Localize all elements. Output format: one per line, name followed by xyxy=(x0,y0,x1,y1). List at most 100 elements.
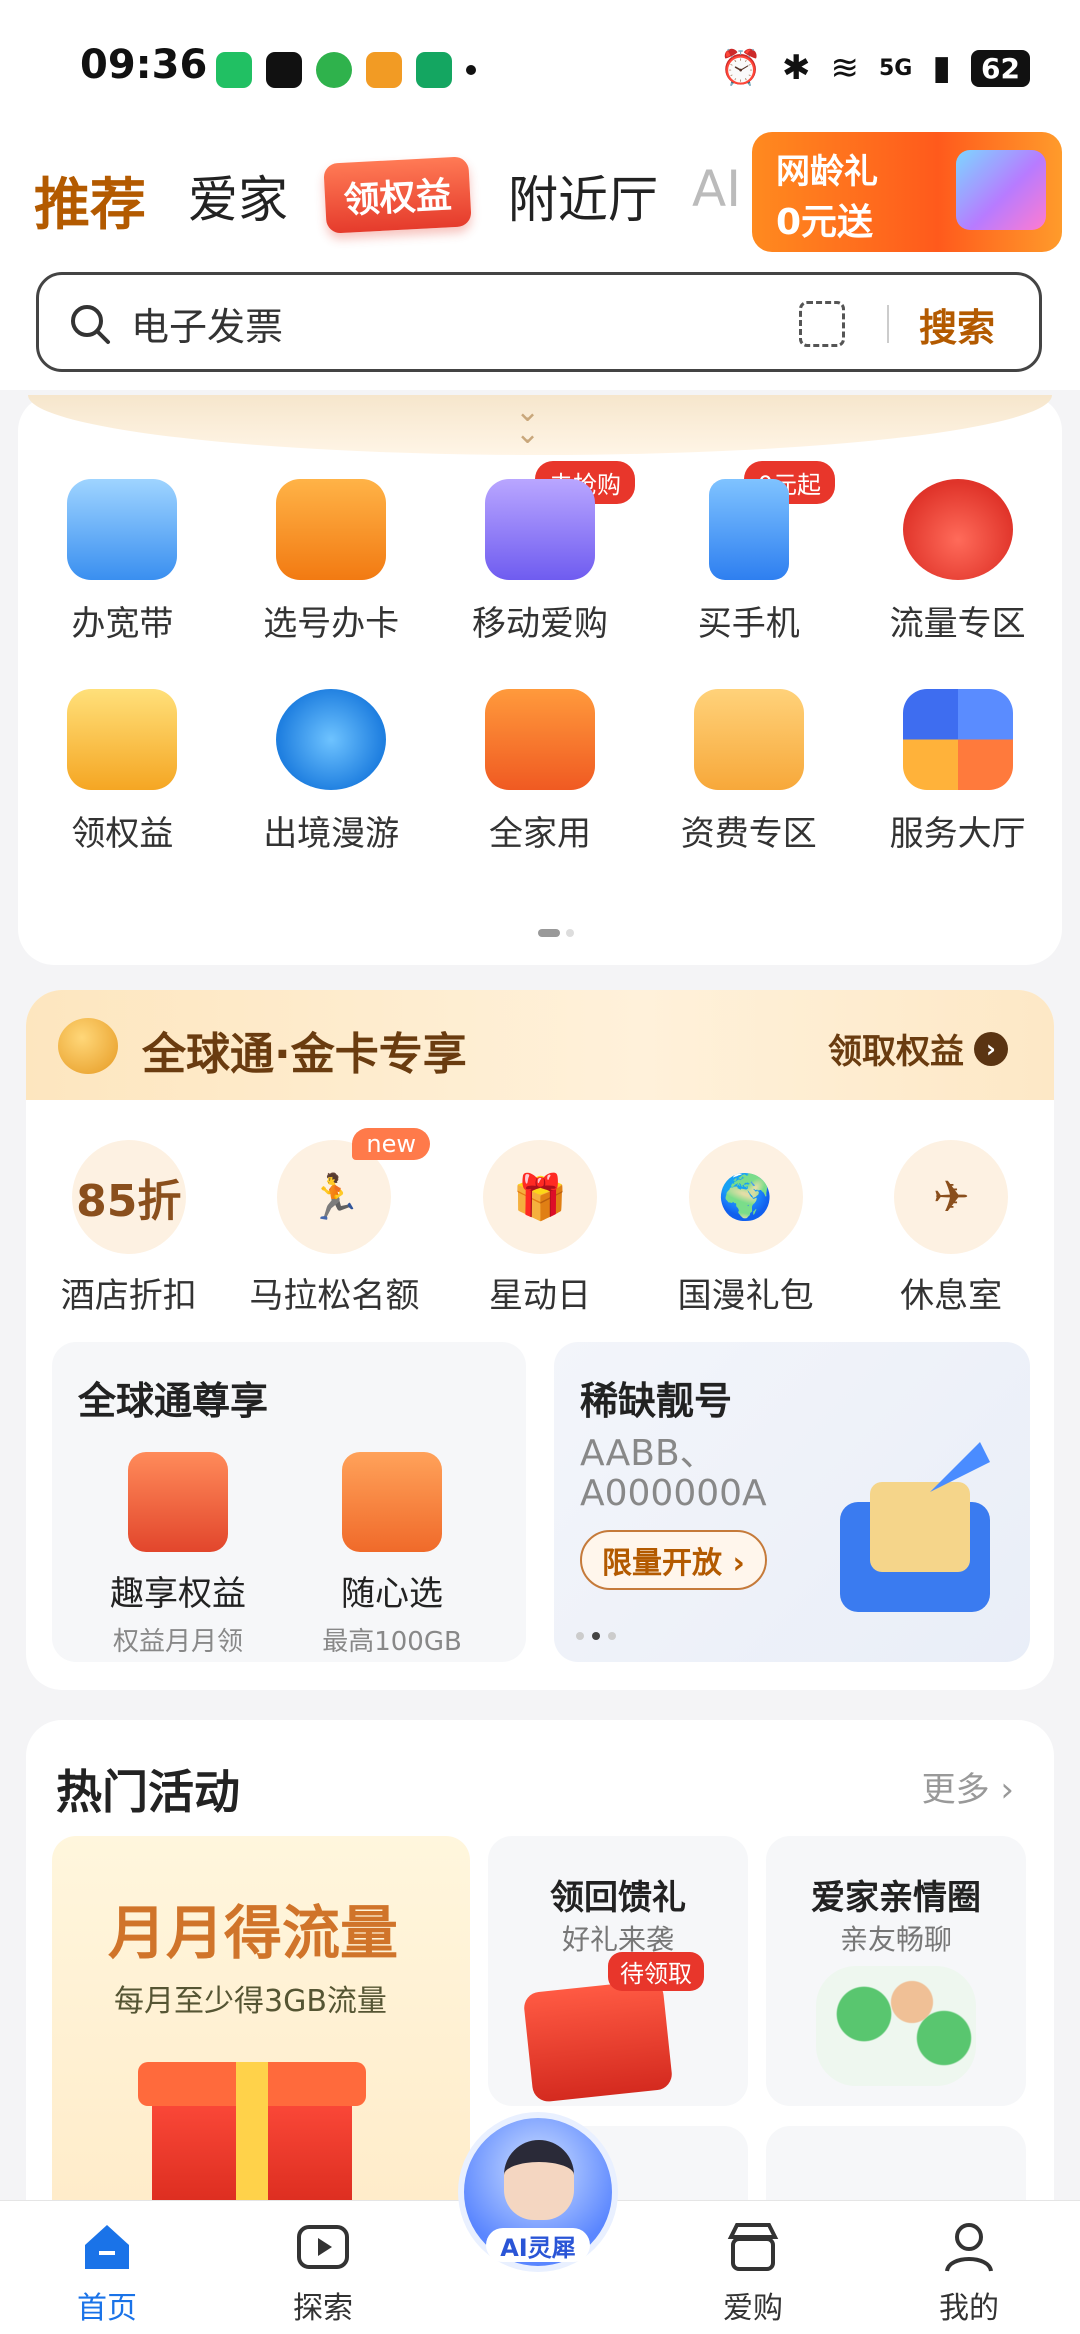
more-link[interactable]: 更多 › xyxy=(922,1762,1014,1811)
service-label: 领权益 xyxy=(71,814,174,854)
more-dot-icon xyxy=(466,65,476,75)
service-label: 办宽带 xyxy=(71,604,174,644)
perk-row: 85折 酒店折扣 new 🏃 马拉松名额 🎁 星动日 🌍 国漫礼包 ✈ 休息室 xyxy=(26,1128,1054,1317)
banner-subtitle: 每月至少得3GB流量 xyxy=(114,1984,387,2019)
search-icon xyxy=(71,305,110,344)
family-circle-card[interactable]: 爱家亲情圈 亲友畅聊 xyxy=(766,1836,1026,2106)
nav-explore[interactable]: 探索 xyxy=(258,2217,388,2327)
perk-label: 国漫礼包 xyxy=(677,1276,814,1316)
nav-label: 爱购 xyxy=(723,2291,783,2326)
free-choice-item[interactable]: 随心选 最高100GB xyxy=(292,1452,492,1658)
tiktok-icon xyxy=(266,52,302,88)
service-buy-phone[interactable]: 0元起 买手机 xyxy=(644,461,853,645)
search-input[interactable] xyxy=(131,291,731,355)
premium-number-sim-icon xyxy=(840,1442,990,1612)
router-icon xyxy=(67,479,178,580)
quick-services-card: ⌄⌄ 办宽带 选号办卡 去抢购 移动爱购 0元起 买手机 流量专区 领权益 xyxy=(18,395,1062,965)
carousel-dots xyxy=(576,1632,616,1640)
service-label: 流量专区 xyxy=(889,604,1026,644)
sub-card-title: 稀缺靓号 xyxy=(580,1379,733,1423)
nav-label: 我的 xyxy=(939,2291,999,2326)
global-exclusive-card[interactable]: 全球通尊享 趣享权益 权益月月领 随心选 最高100GB xyxy=(52,1342,526,1662)
tab-benefits[interactable]: 领权益 xyxy=(323,156,472,234)
ai-assistant-button[interactable]: AI灵犀 xyxy=(458,2112,618,2272)
global-logo-icon xyxy=(58,1018,118,1074)
coupon-icon xyxy=(522,1978,674,2104)
claim-label: 领取权益 xyxy=(828,1032,964,1072)
wifi-icon: ≋ xyxy=(830,48,859,88)
perk-marathon[interactable]: new 🏃 马拉松名额 xyxy=(234,1128,434,1317)
service-family-plan[interactable]: 全家用 xyxy=(436,685,645,855)
nav-home[interactable]: 首页 xyxy=(42,2217,172,2327)
family-data-icon xyxy=(484,689,595,790)
perk-lounge[interactable]: ✈ 休息室 xyxy=(851,1140,1051,1317)
globe-icon: 🌍 xyxy=(688,1140,803,1254)
family-icon xyxy=(816,1966,976,2086)
service-mobile-shop[interactable]: 去抢购 移动爱购 xyxy=(436,461,645,645)
search-box[interactable]: 搜索 xyxy=(36,272,1042,372)
service-data-zone[interactable]: 流量专区 xyxy=(853,475,1062,645)
perk-label: 酒店折扣 xyxy=(60,1276,197,1316)
bluetooth-icon: ✱ xyxy=(781,48,811,88)
service-label: 资费专区 xyxy=(680,814,817,854)
promo-banner[interactable]: 网龄礼 0元送 xyxy=(752,132,1062,252)
data-pack-icon xyxy=(342,1452,442,1552)
sim-card-icon xyxy=(276,479,387,580)
tab-nearby-hall[interactable]: 附近厅 xyxy=(508,160,658,232)
store-icon xyxy=(727,2223,779,2271)
gold-header: 全球通·金卡专享 领取权益 › xyxy=(26,990,1054,1100)
service-label: 买手机 xyxy=(697,604,800,644)
network-label: 5G xyxy=(878,55,913,81)
app-orange-icon xyxy=(366,52,402,88)
service-benefits[interactable]: 领权益 xyxy=(18,685,227,855)
gold-title: 全球通·金卡专享 xyxy=(142,1029,467,1080)
benefits-card-icon xyxy=(128,1452,228,1552)
alarm-icon: ⏰ xyxy=(719,48,762,88)
search-button[interactable]: 搜索 xyxy=(919,297,995,352)
status-bar: 09:36 ⏰ ✱ ≋ 5G ▮ 62 xyxy=(0,0,1080,130)
sub-card-title: 全球通尊享 xyxy=(78,1379,269,1423)
tab-recommend[interactable]: 推荐 xyxy=(34,160,146,241)
section-title: 热门活动 xyxy=(56,1765,240,1819)
service-tariff-zone[interactable]: 资费专区 xyxy=(644,685,853,855)
scan-icon[interactable] xyxy=(799,301,845,347)
nav-label: 首页 xyxy=(77,2291,137,2326)
card-title: 爱家亲情圈 xyxy=(811,1878,981,1918)
perk-hotel[interactable]: 85折 酒店折扣 xyxy=(29,1140,229,1317)
service-roaming[interactable]: 出境漫游 xyxy=(227,685,436,855)
service-hall[interactable]: 服务大厅 xyxy=(853,685,1062,855)
nav-mine[interactable]: 我的 xyxy=(904,2217,1034,2327)
notification-icons xyxy=(216,52,476,88)
service-label: 服务大厅 xyxy=(889,814,1026,854)
reward-gift-card[interactable]: 领回馈礼 好礼来袭 待领取 xyxy=(488,1836,748,2106)
tab-home-family[interactable]: 爱家 xyxy=(188,160,288,232)
gift-icon: 🎁 xyxy=(482,1140,597,1254)
limited-open-button[interactable]: 限量开放 › xyxy=(580,1530,767,1590)
home-app-icon xyxy=(416,52,452,88)
crown-icon xyxy=(67,689,178,790)
chevron-down-icon[interactable]: ⌄ ⌄ xyxy=(515,397,540,449)
user-icon xyxy=(945,2223,993,2272)
chevron-right-icon: › xyxy=(974,1031,1008,1066)
limited-label: 限量开放 xyxy=(602,1546,722,1581)
service-label: 出境漫游 xyxy=(263,814,400,854)
rare-number-card[interactable]: 稀缺靓号 AABB、A000000A 限量开放 › xyxy=(554,1342,1030,1662)
service-broadband[interactable]: 办宽带 xyxy=(18,475,227,645)
service-sim-card[interactable]: 选号办卡 xyxy=(227,475,436,645)
number-pattern: AABB、A000000A xyxy=(580,1433,767,1514)
wechat-icon xyxy=(216,52,252,88)
new-badge: new xyxy=(352,1128,430,1160)
play-icon xyxy=(297,2225,349,2269)
data-drop-icon xyxy=(902,479,1013,580)
search-area: 搜索 xyxy=(0,260,1080,390)
tab-ai[interactable]: AI xyxy=(692,160,741,218)
perk-label: 马拉松名额 xyxy=(249,1276,420,1316)
service-grid: 办宽带 选号办卡 去抢购 移动爱购 0元起 买手机 流量专区 领权益 出境漫游 xyxy=(18,461,1062,855)
card-subtitle: 亲友畅聊 xyxy=(839,1923,952,1956)
nav-shop[interactable]: 爱购 xyxy=(688,2217,818,2327)
claim-benefits-link[interactable]: 领取权益 › xyxy=(828,1024,1008,1073)
item-desc: 最高100GB xyxy=(322,1627,462,1657)
fun-benefits-item[interactable]: 趣享权益 权益月月领 xyxy=(78,1452,278,1658)
perk-anime-pack[interactable]: 🌍 国漫礼包 xyxy=(646,1140,846,1317)
perk-star-day[interactable]: 🎁 星动日 xyxy=(440,1140,640,1317)
